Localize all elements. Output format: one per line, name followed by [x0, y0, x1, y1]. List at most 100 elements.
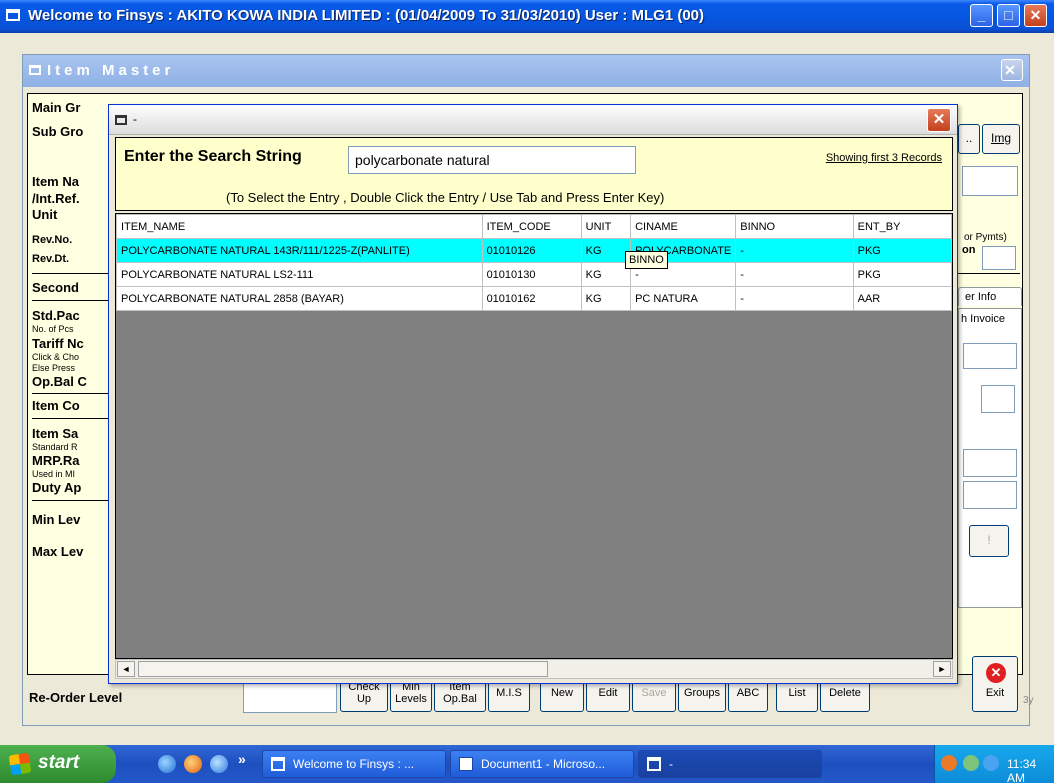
- item-name-cell[interactable]: POLYCARBONATE NATURAL 2858 (BAYAR): [116, 286, 483, 311]
- binno-cell[interactable]: -: [735, 238, 854, 263]
- rev-no-label: Rev.No.: [32, 234, 73, 246]
- task-word-document[interactable]: Document1 - Microso...: [450, 750, 634, 778]
- unit-label: Unit: [32, 207, 58, 222]
- info-field-2[interactable]: [963, 449, 1017, 477]
- column-header[interactable]: ITEM_CODE: [481, 214, 582, 239]
- column-header[interactable]: ENT_BY: [852, 214, 952, 239]
- scroll-thumb[interactable]: [138, 661, 548, 677]
- quick-launch-more-icon[interactable]: »: [238, 751, 246, 767]
- exit-button[interactable]: ✕ Exit: [972, 656, 1018, 712]
- close-button[interactable]: ✕: [1024, 4, 1047, 27]
- browse-button[interactable]: ..: [958, 124, 980, 154]
- showing-records-link[interactable]: Showing first 3 Records: [826, 152, 942, 164]
- search-dialog: - ✕ Enter the Search String Showing firs…: [108, 104, 958, 684]
- task-finsys[interactable]: Welcome to Finsys : ...: [262, 750, 446, 778]
- app-titlebar: Welcome to Finsys : AKITO KOWA INDIA LIM…: [0, 0, 1054, 33]
- ie-icon[interactable]: [158, 755, 176, 773]
- ent-by-cell[interactable]: AAR: [852, 286, 952, 311]
- tab-panel: h Invoice !: [958, 308, 1022, 608]
- start-label: start: [38, 752, 80, 773]
- ent-by-cell[interactable]: PKG: [852, 238, 952, 263]
- reorder-level-label: Re-Order Level: [29, 690, 123, 705]
- column-header[interactable]: UNIT: [580, 214, 632, 239]
- max-level-label: Max Lev: [32, 544, 84, 559]
- else-press-hint: Else Press: [32, 363, 76, 373]
- edge-text: 3y: [1023, 695, 1034, 706]
- window-icon: [647, 757, 661, 771]
- maximize-button[interactable]: □: [997, 4, 1020, 27]
- table-row[interactable]: POLYCARBONATE NATURAL 2858 (BAYAR) 01010…: [116, 286, 952, 311]
- item-code-cell[interactable]: 01010162: [481, 286, 582, 311]
- table-row[interactable]: POLYCARBONATE NATURAL LS2-111 01010130 K…: [116, 262, 952, 287]
- firefox-icon[interactable]: [184, 755, 202, 773]
- tab-er-info[interactable]: er Info: [958, 287, 1022, 306]
- mrp-rate-label: MRP.Ra: [32, 453, 80, 468]
- click-choose-hint: Click & Cho: [32, 352, 80, 362]
- min-level-label: Min Lev: [32, 512, 81, 527]
- browser-icon[interactable]: [210, 755, 228, 773]
- search-input[interactable]: [348, 146, 636, 174]
- tray-app-icon[interactable]: [983, 755, 999, 771]
- minimize-button[interactable]: _: [970, 4, 993, 27]
- window-icon: [29, 65, 41, 75]
- task-search-dialog[interactable]: -: [638, 750, 822, 778]
- exit-label: Exit: [985, 687, 1005, 699]
- unit-cell[interactable]: KG: [580, 286, 632, 311]
- cell-tooltip: BINNO: [625, 251, 668, 269]
- item-code-cell[interactable]: 01010126: [481, 238, 582, 263]
- task-label: Welcome to Finsys : ...: [293, 757, 415, 771]
- results-grid[interactable]: ITEM_NAME ITEM_CODE UNIT CINAME BINNO EN…: [115, 213, 953, 659]
- duty-ap-label: Duty Ap: [32, 480, 82, 495]
- scroll-right-icon[interactable]: ►: [933, 661, 951, 677]
- item-master-close-button[interactable]: ✕: [1001, 59, 1023, 81]
- column-header[interactable]: BINNO: [735, 214, 854, 239]
- column-header[interactable]: ITEM_NAME: [116, 214, 483, 239]
- exit-icon: ✕: [986, 663, 1006, 683]
- item-name-cell[interactable]: POLYCARBONATE NATURAL 143R/111/1225-Z(PA…: [116, 238, 483, 263]
- op-bal-label: Op.Bal C: [32, 374, 87, 389]
- info-field[interactable]: [963, 343, 1017, 369]
- search-dialog-title: -: [133, 112, 137, 126]
- windows-logo-icon: [8, 752, 32, 776]
- clock[interactable]: 11:34 AM: [1007, 757, 1054, 783]
- tray-network-icon[interactable]: [963, 755, 979, 771]
- item-master-titlebar: Item Master ✕: [23, 55, 1029, 87]
- selection-hint: (To Select the Entry , Double Click the …: [226, 190, 665, 205]
- item-code-cell[interactable]: 01010130: [481, 262, 582, 287]
- start-button[interactable]: start: [0, 745, 116, 783]
- column-header[interactable]: CINAME: [630, 214, 737, 239]
- reorder-level-field[interactable]: [243, 681, 337, 713]
- scroll-left-icon[interactable]: ◄: [117, 661, 135, 677]
- int-ref-field[interactable]: [962, 166, 1018, 196]
- invoice-tab-label[interactable]: h Invoice: [961, 313, 1005, 325]
- alert-button[interactable]: !: [969, 525, 1009, 557]
- info-field-small[interactable]: [981, 385, 1015, 413]
- or-pymts-label: or Pymts): [964, 232, 1007, 243]
- binno-cell[interactable]: -: [735, 262, 854, 287]
- window-icon: [271, 757, 285, 771]
- binno-cell[interactable]: -: [735, 286, 854, 311]
- system-tray: 11:34 AM: [934, 745, 1054, 783]
- int-ref-label: /Int.Ref.: [32, 191, 80, 206]
- window-icon: [115, 115, 127, 125]
- image-button[interactable]: Img: [982, 124, 1020, 154]
- info-field-3[interactable]: [963, 481, 1017, 509]
- ent-by-cell[interactable]: PKG: [852, 262, 952, 287]
- table-row[interactable]: POLYCARBONATE NATURAL 143R/111/1225-Z(PA…: [116, 238, 952, 263]
- unit-cell[interactable]: KG: [580, 238, 632, 263]
- task-label: Document1 - Microso...: [481, 757, 606, 771]
- word-icon: [459, 757, 473, 771]
- secondary-label: Second: [32, 280, 79, 295]
- search-panel: Enter the Search String Showing first 3 …: [115, 137, 953, 211]
- horizontal-scrollbar[interactable]: ◄ ►: [115, 659, 953, 679]
- search-dialog-close-button[interactable]: ✕: [927, 108, 951, 132]
- tray-arrow-icon[interactable]: [941, 755, 957, 771]
- ciname-cell[interactable]: PC NATURA: [630, 286, 737, 311]
- item-master-title: Item Master: [47, 62, 175, 79]
- rev-field[interactable]: [982, 246, 1016, 270]
- table-header-row: ITEM_NAME ITEM_CODE UNIT CINAME BINNO EN…: [116, 214, 952, 239]
- results-table: ITEM_NAME ITEM_CODE UNIT CINAME BINNO EN…: [116, 214, 952, 311]
- item-name-cell[interactable]: POLYCARBONATE NATURAL LS2-111: [116, 262, 483, 287]
- unit-cell[interactable]: KG: [580, 262, 632, 287]
- item-cost-label: Item Co: [32, 398, 80, 413]
